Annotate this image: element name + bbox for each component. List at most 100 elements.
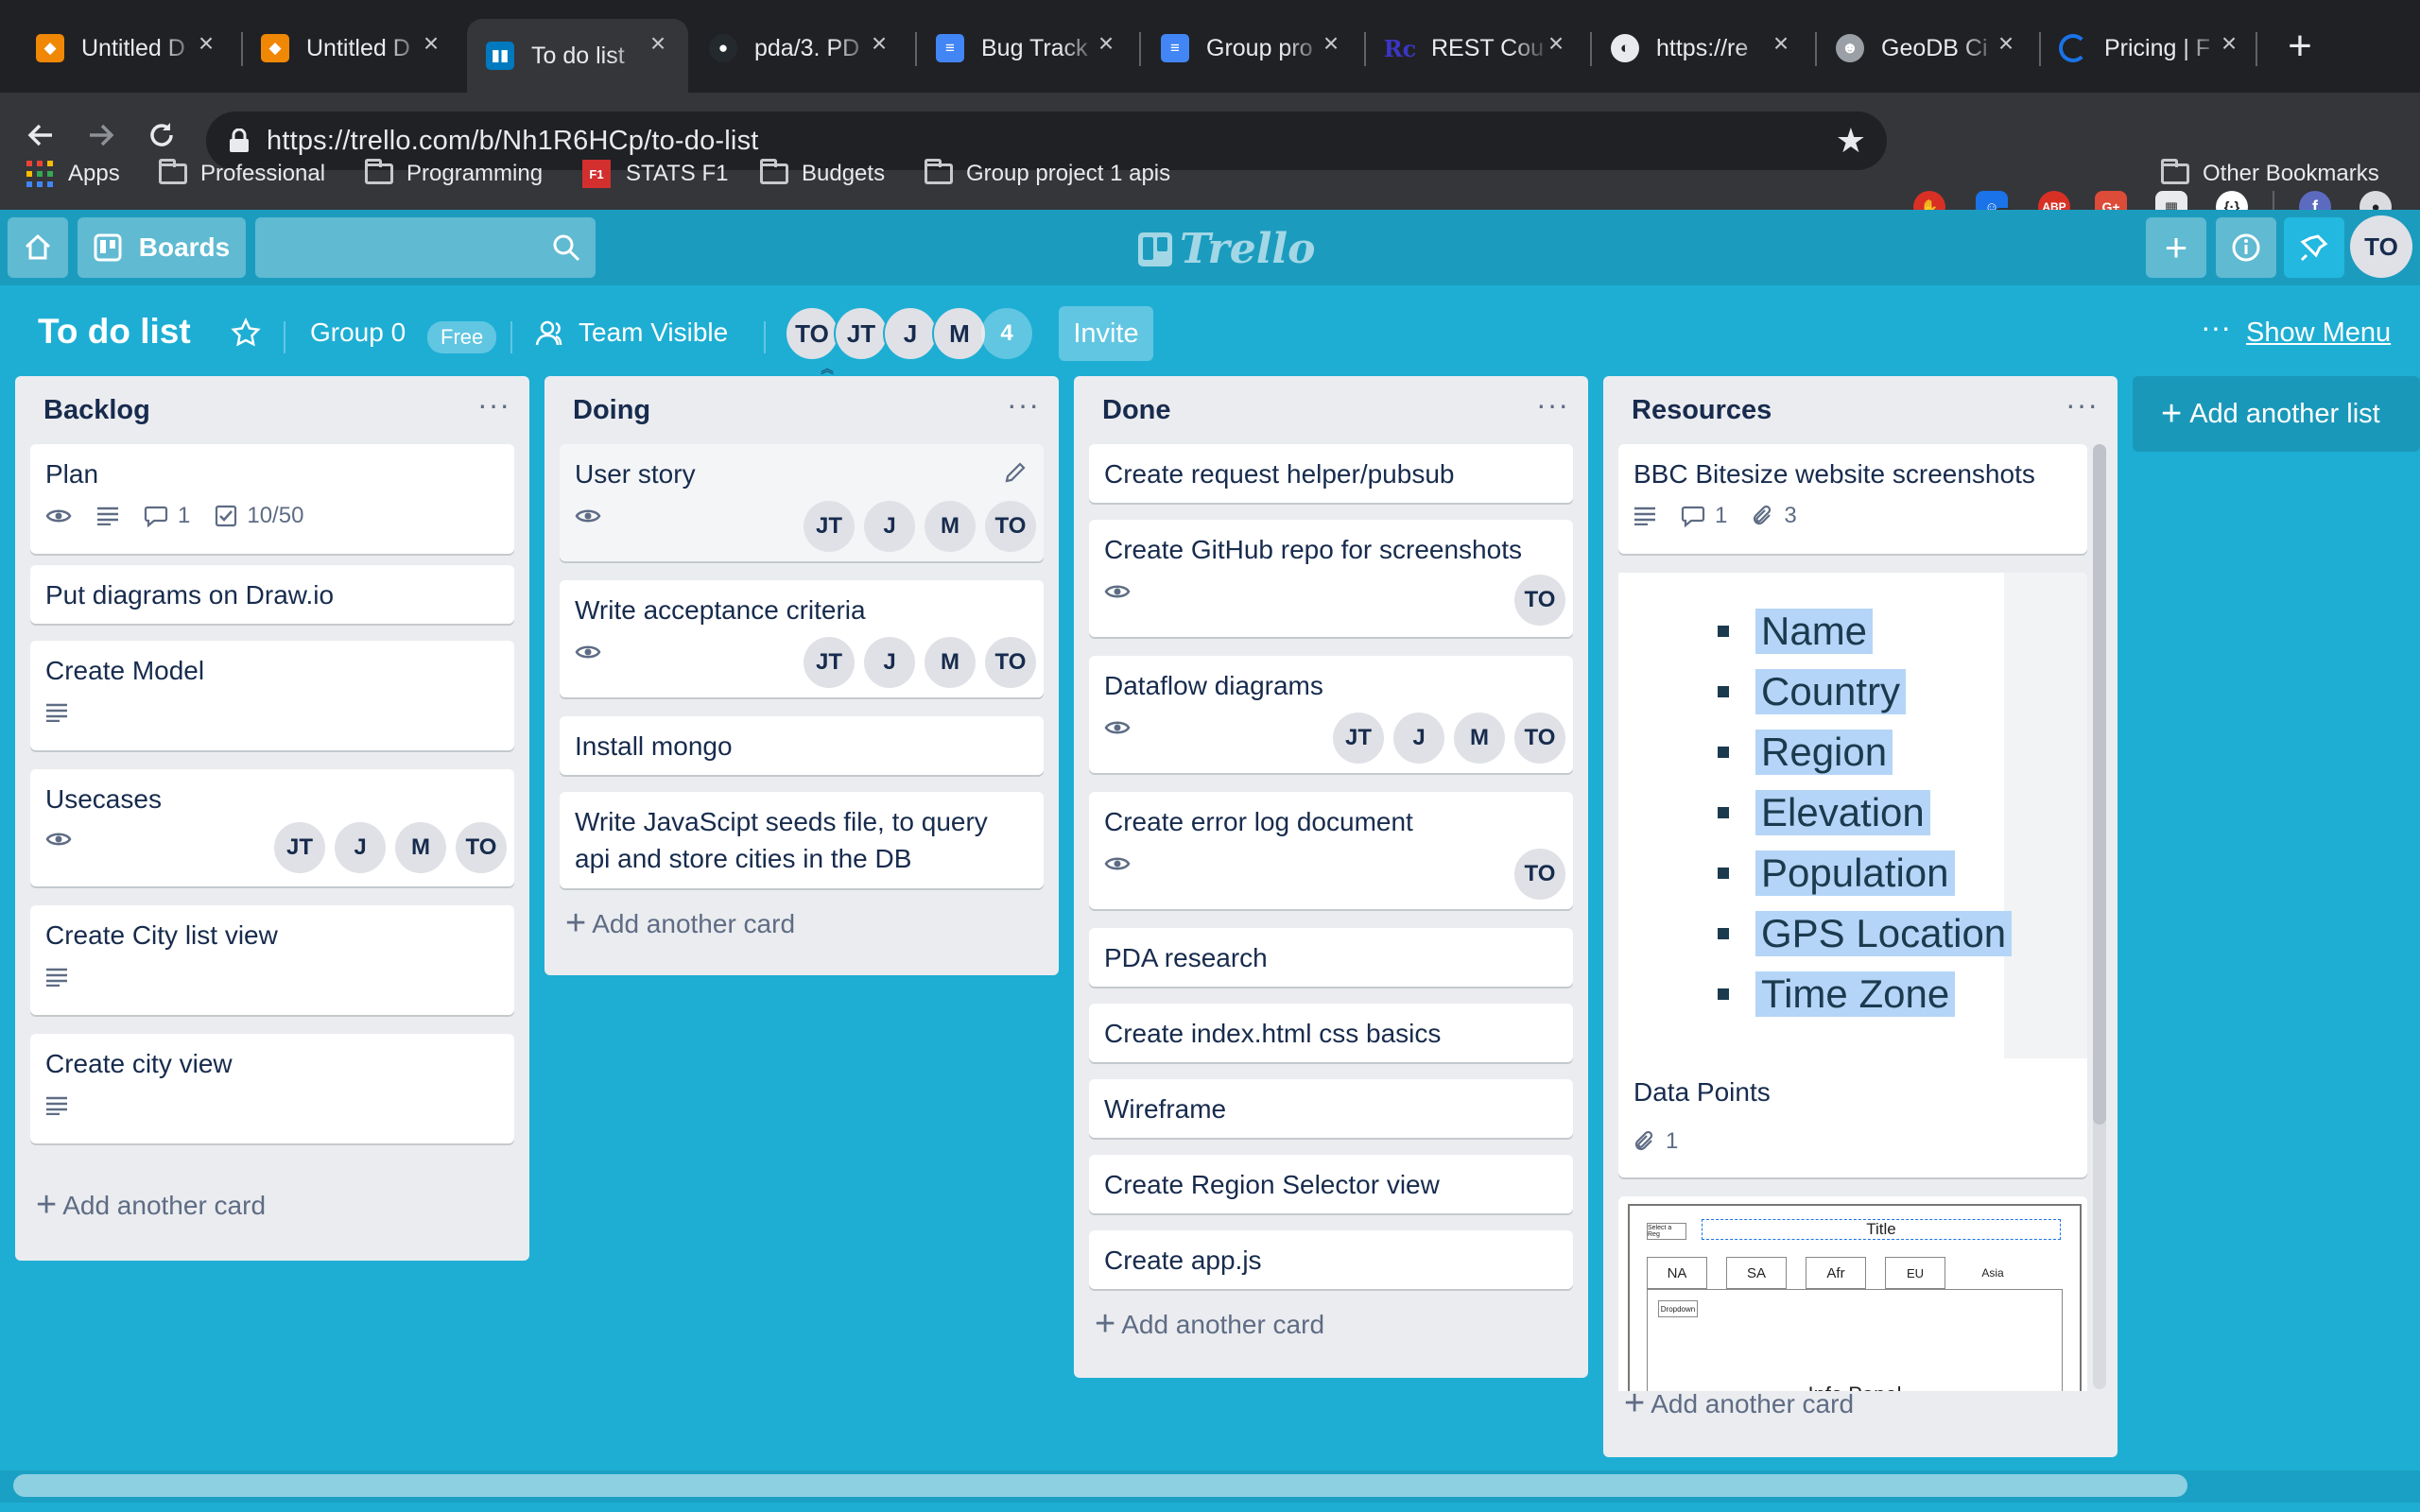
browser-tab[interactable]: ◐ https://re × xyxy=(1611,19,1800,77)
browser-tab[interactable]: ≡ Group pro × xyxy=(1161,19,1350,77)
card-member-avatar[interactable]: JT xyxy=(804,637,855,688)
card-member-avatar[interactable]: M xyxy=(1454,713,1505,764)
notifications-button[interactable] xyxy=(2284,217,2344,278)
add-card-button[interactable]: + Add another card xyxy=(1095,1304,1324,1345)
list-title[interactable]: Resources xyxy=(1632,395,1772,426)
show-menu-link[interactable]: Show Menu xyxy=(2246,318,2391,349)
board-member-avatar[interactable]: M xyxy=(932,306,987,361)
new-tab-button[interactable]: + xyxy=(2276,23,2324,70)
board-member-avatar[interactable]: TO xyxy=(785,306,839,361)
add-list-button[interactable]: + Add another list xyxy=(2133,376,2420,452)
card[interactable]: Install mongo xyxy=(560,716,1044,775)
close-tab-icon[interactable]: × xyxy=(412,28,450,59)
card[interactable]: Wireframe xyxy=(1089,1079,1573,1138)
card-member-avatar[interactable]: M xyxy=(925,637,976,688)
card-member-avatar[interactable]: M xyxy=(395,822,446,873)
reload-button[interactable] xyxy=(138,112,185,159)
card[interactable]: Create index.html css basics xyxy=(1089,1004,1573,1062)
card-with-cover[interactable]: Name Country Region Elevation Population… xyxy=(1618,573,2087,1177)
card-member-avatar[interactable]: JT xyxy=(1333,713,1384,764)
member-count[interactable]: 4 xyxy=(981,308,1032,359)
list-title[interactable]: Done xyxy=(1102,395,1171,426)
bookmark-folder-budgets[interactable]: Budgets xyxy=(760,157,885,191)
bookmark-folder-programming[interactable]: Programming xyxy=(365,157,543,191)
card-member-avatar[interactable]: J xyxy=(335,822,386,873)
card[interactable]: Create request helper/pubsub xyxy=(1089,444,1573,503)
card[interactable]: Create city view xyxy=(30,1034,514,1143)
card[interactable]: Create app.js xyxy=(1089,1230,1573,1289)
bookmark-folder-professional[interactable]: Professional xyxy=(159,157,325,191)
back-button[interactable] xyxy=(17,112,64,159)
card-wireframe-cover[interactable]: Select a Reg Title NA SA Afr EU Asia Inf… xyxy=(1618,1196,2087,1391)
card[interactable]: Write acceptance criteria JT J M TO xyxy=(560,580,1044,697)
card[interactable]: Plan 1 10/50 xyxy=(30,444,514,554)
close-tab-icon[interactable]: × xyxy=(2210,28,2248,59)
list-menu-icon[interactable]: ··· xyxy=(1007,387,1040,422)
board-member-avatar[interactable]: JT xyxy=(834,306,889,361)
team-name[interactable]: Group 0 xyxy=(310,318,406,348)
card[interactable]: User story JT J M TO xyxy=(560,444,1044,561)
list-menu-icon[interactable]: ··· xyxy=(1536,387,1569,422)
bookmark-star-icon[interactable]: ★ xyxy=(1836,121,1866,161)
visibility-label[interactable]: Team Visible xyxy=(579,318,728,348)
card[interactable]: Create City list view xyxy=(30,905,514,1015)
card-member-avatar[interactable]: TO xyxy=(985,637,1036,688)
trello-logo[interactable]: Trello xyxy=(1138,225,1316,273)
board-member-avatar[interactable]: J xyxy=(883,306,938,361)
other-bookmarks[interactable]: Other Bookmarks xyxy=(2161,157,2379,191)
close-tab-icon[interactable]: × xyxy=(1987,28,2025,59)
bookmark-folder-group-project[interactable]: Group project 1 apis xyxy=(925,157,1170,191)
card-member-avatar[interactable]: J xyxy=(1393,713,1444,764)
board-horizontal-scrollbar[interactable] xyxy=(0,1470,2420,1503)
forward-button[interactable] xyxy=(78,112,125,159)
bookmark-apps[interactable]: Apps xyxy=(26,157,120,191)
close-tab-icon[interactable]: × xyxy=(1537,28,1575,59)
card-member-avatar[interactable]: JT xyxy=(804,501,855,552)
browser-tab-active[interactable]: ▮▮ To do list × xyxy=(467,19,688,93)
card-member-avatar[interactable]: TO xyxy=(985,501,1036,552)
card[interactable]: Dataflow diagrams JT J M TO xyxy=(1089,656,1573,773)
card[interactable]: Put diagrams on Draw.io xyxy=(30,565,514,624)
card-member-avatar[interactable]: TO xyxy=(1514,849,1565,900)
home-button[interactable] xyxy=(8,217,68,278)
list-menu-icon[interactable]: ··· xyxy=(477,387,510,422)
card-member-avatar[interactable]: TO xyxy=(456,822,507,873)
browser-tab[interactable]: ● pda/3. PD × xyxy=(709,19,898,77)
list-menu-icon[interactable]: ··· xyxy=(2066,387,2099,422)
invite-button[interactable]: Invite xyxy=(1059,306,1153,361)
search-input[interactable] xyxy=(255,217,596,278)
browser-tab[interactable]: ◆ Untitled D × xyxy=(261,19,450,77)
browser-tab[interactable]: ≡ Bug Track × xyxy=(936,19,1125,77)
more-dots-icon[interactable]: ··· xyxy=(2201,310,2231,345)
list-title[interactable]: Doing xyxy=(573,395,650,426)
card-member-avatar[interactable]: M xyxy=(925,501,976,552)
browser-tab[interactable]: Pricing | F × xyxy=(2059,19,2248,77)
browser-tab[interactable]: Rc REST Cou × xyxy=(1384,19,1575,77)
user-avatar[interactable]: TO xyxy=(2350,215,2412,278)
close-tab-icon[interactable]: × xyxy=(860,28,898,59)
card-member-avatar[interactable]: J xyxy=(864,637,915,688)
card[interactable]: Create Region Selector view xyxy=(1089,1155,1573,1213)
card-member-avatar[interactable]: J xyxy=(864,501,915,552)
list-cards-scroll-area[interactable]: BBC Bitesize website screenshots 1 3 Nam… xyxy=(1603,442,2118,1391)
info-button[interactable] xyxy=(2216,217,2276,278)
card[interactable]: Create error log document TO xyxy=(1089,792,1573,909)
close-tab-icon[interactable]: × xyxy=(639,28,677,59)
create-button[interactable]: + xyxy=(2146,217,2206,278)
browser-tab[interactable]: ☻ GeoDB Ci × xyxy=(1836,19,2025,77)
boards-button[interactable]: Boards xyxy=(78,217,246,278)
close-tab-icon[interactable]: × xyxy=(1312,28,1350,59)
card[interactable]: Write JavaScipt seeds file, to query api… xyxy=(560,792,1044,888)
list-title[interactable]: Backlog xyxy=(43,395,150,426)
list-scrollbar[interactable] xyxy=(2093,444,2106,1389)
card[interactable]: Usecases JT J M TO xyxy=(30,769,514,886)
browser-tab[interactable]: ◆ Untitled D × xyxy=(36,19,225,77)
card-member-avatar[interactable]: TO xyxy=(1514,575,1565,626)
card-member-avatar[interactable]: TO xyxy=(1514,713,1565,764)
add-card-button[interactable]: + Add another card xyxy=(1624,1383,1854,1424)
edit-pencil-icon[interactable] xyxy=(1004,461,1027,484)
star-icon[interactable] xyxy=(231,318,261,348)
bookmark-stats-f1[interactable]: F1 STATS F1 xyxy=(582,157,728,191)
close-tab-icon[interactable]: × xyxy=(187,28,225,59)
close-tab-icon[interactable]: × xyxy=(1762,28,1800,59)
